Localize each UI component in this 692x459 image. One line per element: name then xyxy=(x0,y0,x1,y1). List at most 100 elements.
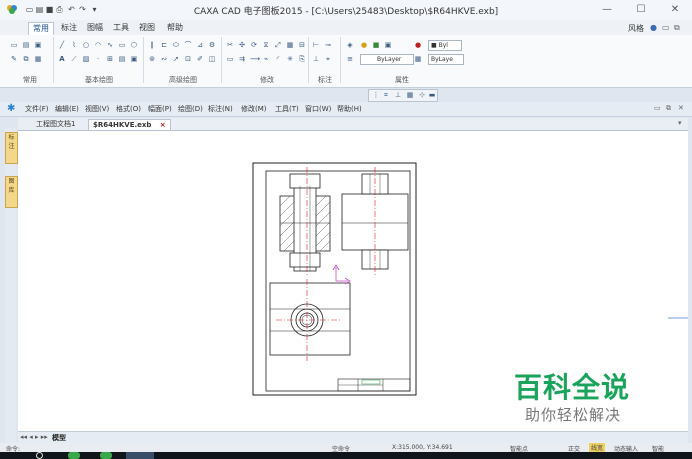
scale-icon[interactable]: ⤢ xyxy=(274,41,282,49)
taskbar-app-icon[interactable] xyxy=(68,452,80,459)
doc-close-icon[interactable]: ✕ xyxy=(678,104,684,112)
tab-common[interactable]: 常用 xyxy=(28,22,54,35)
menu-file[interactable]: 文件(F) xyxy=(25,104,49,114)
gear-icon[interactable]: ⚙ xyxy=(208,41,216,49)
leader-icon[interactable]: ⊸ xyxy=(324,41,332,49)
menu-view[interactable]: 视图(V) xyxy=(85,104,109,114)
dock-tab-annotate[interactable]: 标注 xyxy=(5,132,18,164)
array-icon[interactable]: ▦ xyxy=(286,41,294,49)
layer-lock-icon[interactable]: ▣ xyxy=(384,41,392,49)
linetype-select[interactable]: ByLayer xyxy=(360,54,414,65)
line-icon[interactable]: ╱ xyxy=(58,41,66,49)
parallel-icon[interactable]: ∥ xyxy=(148,41,156,49)
erase-icon[interactable]: ✂ xyxy=(226,41,234,49)
menu-help[interactable]: 帮助(H) xyxy=(337,104,362,114)
ribbon-restore-icon[interactable]: ⧉ xyxy=(674,23,680,33)
menu-draw[interactable]: 绘图(D) xyxy=(178,104,203,114)
clipboard-icon[interactable]: ✎ xyxy=(10,55,18,63)
menu-annotate[interactable]: 标注(N) xyxy=(208,104,233,114)
trim-icon[interactable]: ⊟ xyxy=(298,41,306,49)
minimize-button[interactable]: — xyxy=(598,3,616,17)
break-icon[interactable]: ⌁ xyxy=(262,55,270,63)
wave-icon[interactable]: ∾ xyxy=(160,55,168,63)
chamfer-icon[interactable]: ⊿ xyxy=(196,41,204,49)
image-icon[interactable]: ▣ xyxy=(130,55,138,63)
tab-view[interactable]: 视图 xyxy=(135,22,159,34)
layout-tab-model[interactable]: 模型 xyxy=(52,433,66,443)
search-icon[interactable] xyxy=(36,452,43,459)
rectangle-icon[interactable]: ▭ xyxy=(118,41,126,49)
tab-list-icon[interactable]: ▾ xyxy=(678,119,682,127)
centerline-icon[interactable]: ⟋ xyxy=(70,55,78,63)
mirror-icon[interactable]: ⧖ xyxy=(262,41,270,49)
style-menu[interactable]: 风格 xyxy=(628,23,644,34)
arrow-icon[interactable]: ➚ xyxy=(172,55,180,63)
polygon-icon[interactable]: ⬡ xyxy=(130,41,138,49)
doc-restore-icon[interactable]: ⧉ xyxy=(666,104,671,113)
text-icon[interactable]: A xyxy=(58,55,66,63)
menu-modify[interactable]: 修改(M) xyxy=(241,104,267,114)
polyline-icon[interactable]: ⌇ xyxy=(70,41,78,49)
layer-state-icon[interactable]: ■ xyxy=(372,41,380,49)
ellipse-icon[interactable]: ⬭ xyxy=(172,41,180,49)
circle-icon[interactable]: ○ xyxy=(82,41,90,49)
equidistant-icon[interactable]: ⊏ xyxy=(160,41,168,49)
match-icon[interactable]: ⎘ xyxy=(298,55,306,63)
menu-window[interactable]: 窗口(W) xyxy=(305,104,331,114)
toolbar-grip-icon[interactable]: ⋮ xyxy=(372,91,380,99)
track-icon[interactable]: ⊹ xyxy=(418,91,426,99)
arc-icon[interactable]: ◠ xyxy=(94,41,102,49)
doc-tab-drawing1[interactable]: 工程图文档1 xyxy=(32,119,79,129)
tab-nav-arrows-icon[interactable]: ◂◂ ◂ ▸ ▸▸ xyxy=(20,433,48,441)
tab-sheet[interactable]: 图幅 xyxy=(83,22,107,34)
color-picker-icon[interactable]: ● xyxy=(414,41,422,49)
tab-annotate[interactable]: 标注 xyxy=(57,22,81,34)
explode-icon[interactable]: ✳ xyxy=(286,55,294,63)
help-icon[interactable]: ● xyxy=(650,23,657,32)
menu-format[interactable]: 格式(O) xyxy=(116,104,141,114)
curve-icon[interactable]: ∿ xyxy=(106,41,114,49)
sketch-icon[interactable]: ✐ xyxy=(196,55,204,63)
new-doc-icon[interactable]: ▭ xyxy=(10,41,18,49)
extend-icon[interactable]: ⟶ xyxy=(250,55,260,63)
section-icon[interactable]: ⊡ xyxy=(184,55,192,63)
layer-select[interactable]: ■ Byl xyxy=(428,40,462,51)
hatch-icon[interactable]: ▨ xyxy=(82,55,90,63)
maximize-button[interactable]: ☐ xyxy=(632,3,650,17)
linewidth-toggle[interactable]: 线宽 xyxy=(589,443,606,452)
table-icon[interactable]: ▤ xyxy=(118,55,126,63)
line-style-icon[interactable]: ≡ xyxy=(346,55,354,63)
tolerance-icon[interactable]: ⌖ xyxy=(324,55,332,63)
taskbar-active-app-icon[interactable] xyxy=(126,452,154,459)
doc-minimize-icon[interactable]: ▭ xyxy=(654,104,661,112)
menu-sheet[interactable]: 幅面(P) xyxy=(148,104,172,114)
rotate-icon[interactable]: ⟳ xyxy=(250,41,258,49)
stretch-icon[interactable]: ▭ xyxy=(226,55,234,63)
ortho-icon[interactable]: ⊥ xyxy=(394,91,402,99)
symbol-icon[interactable]: ⊥ xyxy=(312,55,320,63)
save-doc-icon[interactable]: ▣ xyxy=(34,41,42,49)
dimension-icon[interactable]: ⊢ xyxy=(312,41,320,49)
open-doc-icon[interactable]: ▤ xyxy=(22,41,30,49)
menu-tools[interactable]: 工具(T) xyxy=(275,104,299,114)
move-icon[interactable]: ✣ xyxy=(238,41,246,49)
app-menu-icon[interactable]: ✱ xyxy=(7,103,19,115)
dock-tab-library[interactable]: 图库 xyxy=(5,176,18,208)
snap-icon[interactable]: ⌗ xyxy=(382,91,390,99)
hole-icon[interactable]: ⊚ xyxy=(148,55,156,63)
doc-tab-close-icon[interactable]: × xyxy=(160,121,166,129)
spline-icon[interactable]: ⌒ xyxy=(184,41,192,49)
point-icon[interactable]: · xyxy=(94,55,102,63)
close-button[interactable]: ✕ xyxy=(666,3,684,17)
outline-icon[interactable]: ◫ xyxy=(208,55,216,63)
doc-tab-current[interactable]: $R64HKVE.exb × xyxy=(88,119,171,130)
layer-icon[interactable]: ◈ xyxy=(346,41,354,49)
tab-tools[interactable]: 工具 xyxy=(109,22,133,34)
linewidth-icon[interactable]: ▬ xyxy=(428,91,436,99)
block-icon[interactable]: ⊞ xyxy=(106,55,114,63)
properties-icon[interactable]: ▦ xyxy=(34,55,42,63)
ribbon-minimize-icon[interactable]: ▭ xyxy=(662,23,670,32)
color-select[interactable]: ByLaye xyxy=(428,54,464,65)
color-icon[interactable]: ▦ xyxy=(414,55,422,63)
grid-icon[interactable]: ▦ xyxy=(406,91,414,99)
